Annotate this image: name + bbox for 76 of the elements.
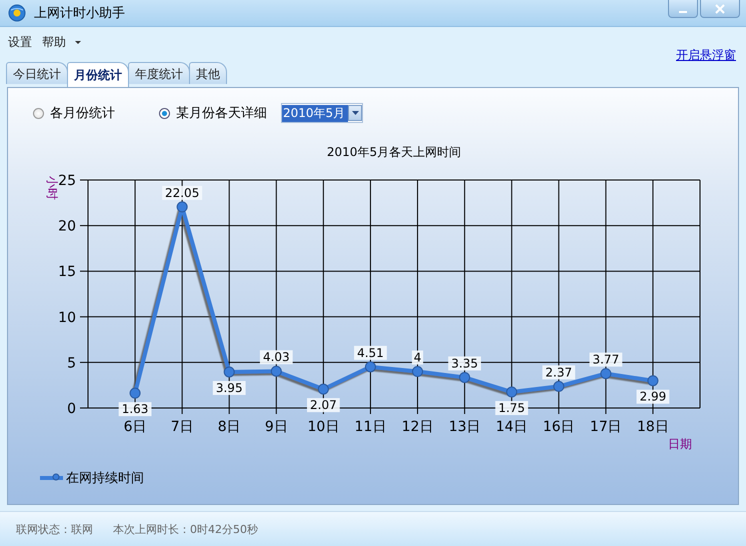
minimize-button[interactable]: [668, 0, 698, 18]
caret-icon: [352, 111, 358, 115]
data-point: [412, 366, 424, 378]
radio-option[interactable]: 某月份各天详细: [159, 104, 267, 122]
x-tick-label: 17日: [590, 419, 622, 435]
float-window-link[interactable]: 开启悬浮窗: [676, 47, 736, 64]
globe-icon: [8, 4, 26, 22]
status-text: 本次上网时长：0时42分50秒: [113, 522, 258, 536]
tab[interactable]: 今日统计: [6, 62, 68, 84]
window-title: 上网计时小助手: [34, 5, 126, 22]
data-point: [553, 380, 564, 392]
data-point: [130, 388, 141, 399]
close-button[interactable]: [700, 0, 740, 18]
data-label: 2.37: [545, 365, 572, 380]
y-tick-label: 5: [67, 355, 76, 372]
data-label: 3.95: [212, 380, 246, 395]
y-tick-label: 20: [58, 218, 76, 235]
tab[interactable]: 年度统计: [128, 62, 190, 84]
x-tick-label: 13日: [448, 419, 481, 435]
data-label: 2.99: [636, 390, 670, 404]
data-point: [318, 384, 329, 395]
menu-item[interactable]: 设置: [4, 33, 36, 51]
data-label: 1.63: [122, 402, 148, 416]
tab[interactable]: 其他: [189, 62, 227, 84]
data-label: 1.75: [498, 401, 526, 416]
x-tick-label: 14日: [496, 419, 528, 435]
x-tick-label: 8日: [218, 419, 241, 435]
radio-option[interactable]: 各月份统计: [33, 104, 115, 122]
x-tick-label: 12日: [402, 419, 434, 435]
menu-item[interactable]: 帮助: [38, 33, 86, 51]
data-point: [270, 366, 282, 377]
legend-label: 在网持续时间: [66, 471, 144, 486]
data-label: 3.35: [448, 356, 482, 370]
x-tick-label: 16日: [542, 419, 575, 435]
data-point: [459, 372, 470, 383]
minimize-icon: [679, 10, 687, 12]
x-tick-label: 18日: [637, 419, 669, 435]
x-tick-label: 9日: [264, 419, 288, 435]
x-tick-label: 7日: [170, 419, 194, 435]
data-label: 2.99: [640, 390, 666, 404]
x-tick-label: 10日: [307, 419, 340, 435]
close-icon: [715, 4, 725, 14]
data-point: [506, 386, 518, 398]
tab[interactable]: 月份统计: [67, 62, 129, 87]
status-text: 联网状态：联网: [16, 522, 93, 536]
y-tick-label: 25: [58, 173, 76, 189]
data-label: 4.03: [260, 350, 293, 364]
x-tick-label: 11日: [354, 419, 386, 435]
data-label: 2.07: [306, 398, 340, 412]
data-label: 4.03: [262, 350, 290, 364]
data-point: [600, 368, 612, 380]
data-label: 3.77: [592, 352, 620, 367]
data-label: 1.63: [118, 402, 152, 416]
y-axis-title: 小时: [45, 176, 59, 200]
data-label: 3.77: [589, 352, 622, 367]
data-point: [176, 201, 188, 212]
data-point: [647, 375, 658, 386]
y-tick-label: 0: [67, 401, 76, 417]
data-label: 3.95: [216, 380, 243, 395]
data-label: 4: [412, 350, 424, 365]
month-dropdown[interactable]: 2010年5月: [281, 103, 363, 123]
x-axis-title: 日期: [668, 437, 692, 451]
y-tick-label: 10: [58, 310, 76, 326]
legend-line-icon: [40, 474, 63, 480]
chart-title: 2010年5月各天上网时间: [326, 145, 462, 159]
data-label: 22.05: [162, 186, 202, 200]
data-point: [224, 366, 235, 378]
data-label: 2.37: [542, 365, 576, 380]
data-label: 4.51: [354, 346, 387, 360]
data-point: [364, 361, 376, 372]
data-label: 3.35: [451, 356, 478, 370]
data-label: 2.07: [310, 398, 337, 412]
x-tick-label: 6日: [124, 419, 147, 435]
data-label: 1.75: [495, 401, 528, 416]
data-label: 4.51: [357, 346, 384, 360]
y-tick-label: 15: [58, 264, 76, 280]
